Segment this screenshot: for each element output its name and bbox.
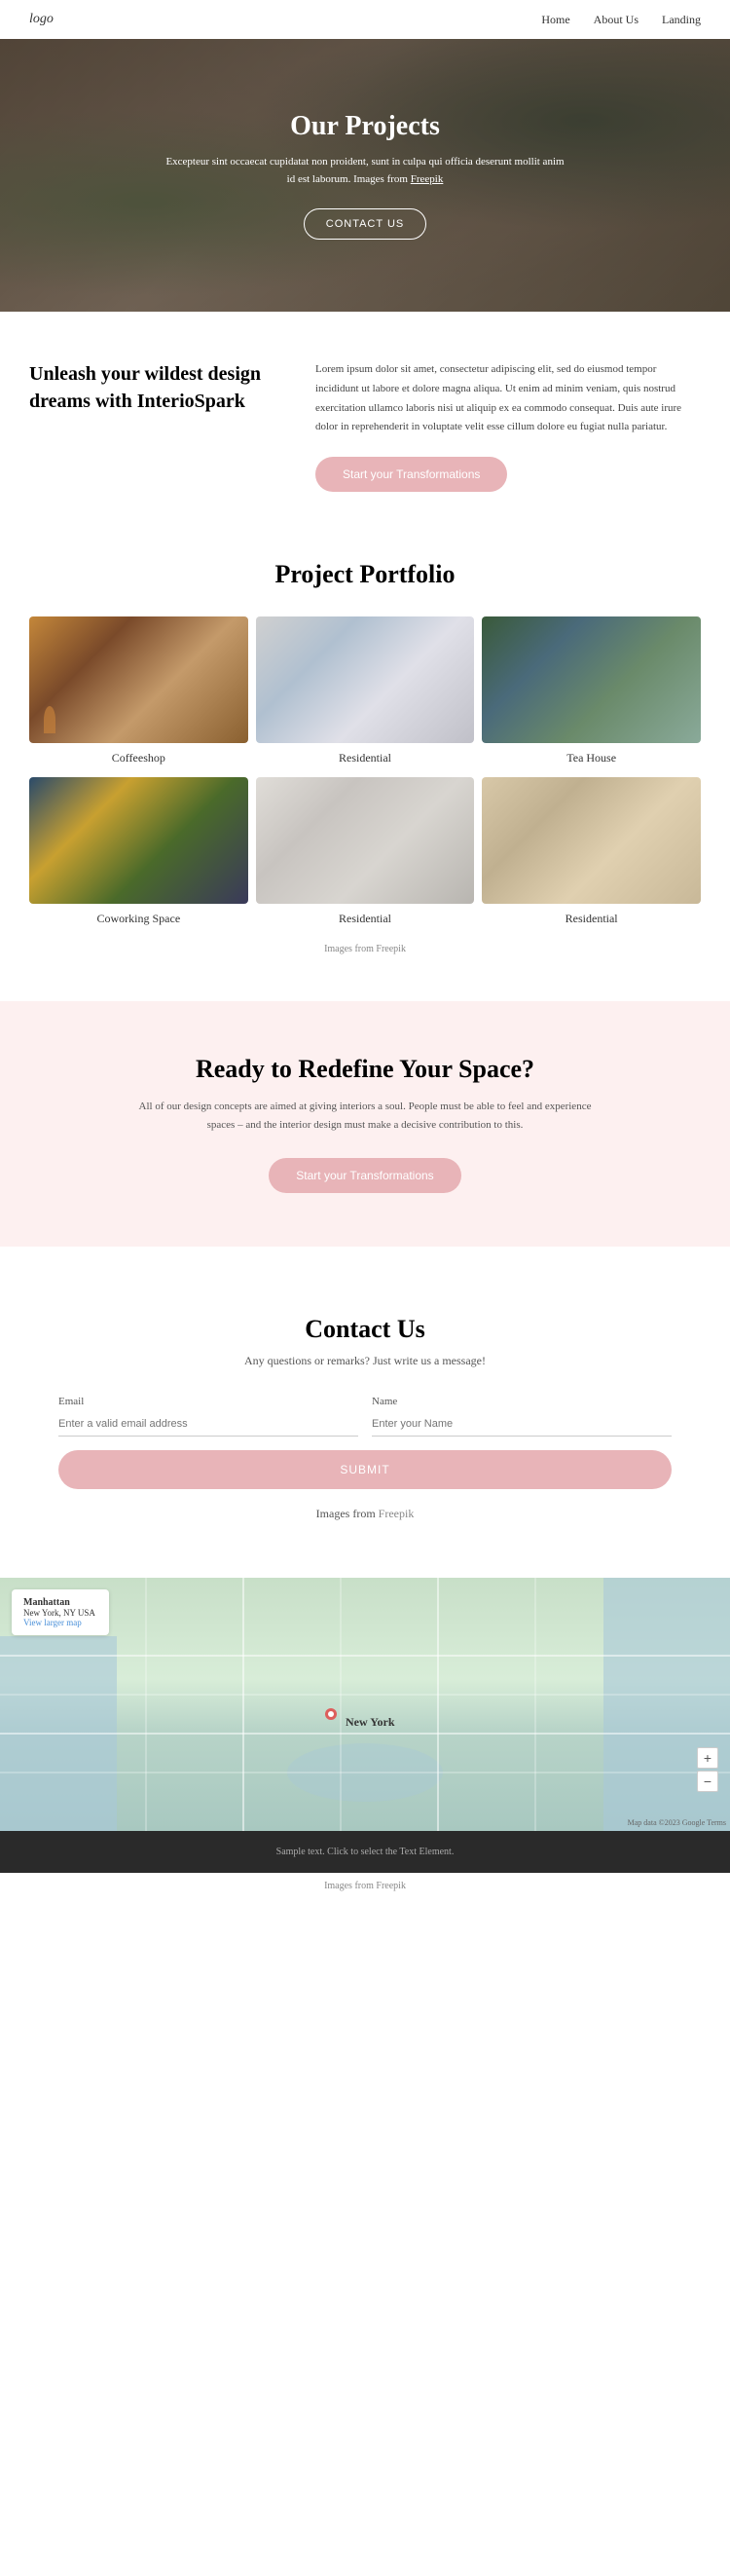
portfolio-item-residential1[interactable]: Residential: [256, 616, 475, 769]
portfolio-item-coworking[interactable]: Coworking Space: [29, 777, 248, 930]
name-label: Name: [372, 1396, 672, 1407]
hero-subtitle: Excepteur sint occaecat cupidatat non pr…: [161, 154, 569, 188]
portfolio-img-residential3: [482, 777, 701, 904]
hero-content: Our Projects Excepteur sint occaecat cup…: [161, 111, 569, 239]
hero-title: Our Projects: [161, 111, 569, 142]
contact-title: Contact Us: [58, 1315, 672, 1344]
portfolio-item-teahouse[interactable]: Tea House: [482, 616, 701, 769]
cta-section: Ready to Redefine Your Space? All of our…: [0, 1001, 730, 1246]
zoom-out-button[interactable]: −: [697, 1771, 718, 1792]
contact-form: Email Name SUBMIT: [58, 1396, 672, 1489]
contact-section: Contact Us Any questions or remarks? Jus…: [0, 1266, 730, 1578]
nav-home[interactable]: Home: [541, 13, 569, 27]
portfolio-title: Project Portfolio: [29, 560, 701, 589]
map-roads-svg: [0, 1578, 730, 1831]
name-form-group: Name: [372, 1396, 672, 1437]
intro-heading: Unleash your wildest design dreams with …: [29, 360, 286, 415]
hero-freepik-link[interactable]: Freepik: [411, 173, 444, 185]
intro-body: Lorem ipsum dolor sit amet, consectetur …: [315, 360, 701, 437]
person-decoration: [44, 706, 55, 733]
intro-section: Unleash your wildest design dreams with …: [0, 312, 730, 531]
portfolio-freepik-link[interactable]: Freepik: [376, 944, 406, 954]
map-attribution: Map data ©2023 Google Terms: [628, 1818, 726, 1827]
contact-subtitle: Any questions or remarks? Just write us …: [58, 1354, 672, 1368]
intro-right: Lorem ipsum dolor sit amet, consectetur …: [315, 360, 701, 492]
portfolio-freepik-note: Images from Freepik: [29, 944, 701, 954]
portfolio-label-residential2: Residential: [256, 904, 475, 930]
footer: Sample text. Click to select the Text El…: [0, 1831, 730, 1873]
portfolio-label-residential3: Residential: [482, 904, 701, 930]
portfolio-img-residential2: [256, 777, 475, 904]
submit-button[interactable]: SUBMIT: [58, 1450, 672, 1489]
portfolio-label-coworking: Coworking Space: [29, 904, 248, 930]
map-location-address: New York, NY USA: [23, 1608, 97, 1618]
map-info-card: Manhattan New York, NY USA View larger m…: [12, 1589, 109, 1635]
contact-freepik-note: Images from Freepik: [58, 1507, 672, 1521]
portfolio-grid: Coffeeshop Residential Tea House Coworki…: [29, 616, 701, 930]
portfolio-item-residential3[interactable]: Residential: [482, 777, 701, 930]
portfolio-label-teahouse: Tea House: [482, 743, 701, 769]
hero-section: Our Projects Excepteur sint occaecat cup…: [0, 39, 730, 312]
footer-freepik: Images from Freepik: [0, 1873, 730, 1899]
zoom-in-button[interactable]: +: [697, 1747, 718, 1769]
email-label: Email: [58, 1396, 358, 1407]
portfolio-img-residential1: [256, 616, 475, 743]
portfolio-item-residential2[interactable]: Residential: [256, 777, 475, 930]
email-form-group: Email: [58, 1396, 358, 1437]
cta-body: All of our design concepts are aimed at …: [131, 1098, 599, 1134]
cta-title: Ready to Redefine Your Space?: [39, 1055, 691, 1084]
intro-left: Unleash your wildest design dreams with …: [29, 360, 286, 415]
logo: logo: [29, 12, 54, 27]
nav-landing[interactable]: Landing: [662, 13, 701, 27]
portfolio-item-coffeeshop[interactable]: Coffeeshop: [29, 616, 248, 769]
footer-text: Sample text. Click to select the Text El…: [276, 1847, 455, 1857]
nav-about[interactable]: About Us: [594, 13, 639, 27]
map-section: Manhattan New York, NY USA View larger m…: [0, 1578, 730, 1831]
start-transformations-button-1[interactable]: Start your Transformations: [315, 457, 507, 492]
map-location-name: Manhattan: [23, 1597, 97, 1608]
portfolio-img-teahouse: [482, 616, 701, 743]
start-transformations-button-2[interactable]: Start your Transformations: [269, 1158, 460, 1193]
map-view-larger[interactable]: View larger map: [23, 1618, 82, 1627]
map-city-label: New York: [346, 1715, 395, 1730]
portfolio-img-coworking: [29, 777, 248, 904]
contact-freepik-link[interactable]: Freepik: [379, 1507, 415, 1520]
nav-links: Home About Us Landing: [541, 13, 701, 27]
portfolio-label-coffeeshop: Coffeeshop: [29, 743, 248, 769]
contact-us-button[interactable]: CONTACT US: [304, 208, 427, 240]
portfolio-section: Project Portfolio Coffeeshop Residential…: [0, 531, 730, 982]
email-field[interactable]: [58, 1412, 358, 1437]
portfolio-label-residential1: Residential: [256, 743, 475, 769]
footer-freepik-link[interactable]: Freepik: [376, 1881, 406, 1891]
portfolio-img-coffeeshop: [29, 616, 248, 743]
map-zoom-controls: + −: [697, 1747, 718, 1792]
name-field[interactable]: [372, 1412, 672, 1437]
navbar: logo Home About Us Landing: [0, 0, 730, 39]
